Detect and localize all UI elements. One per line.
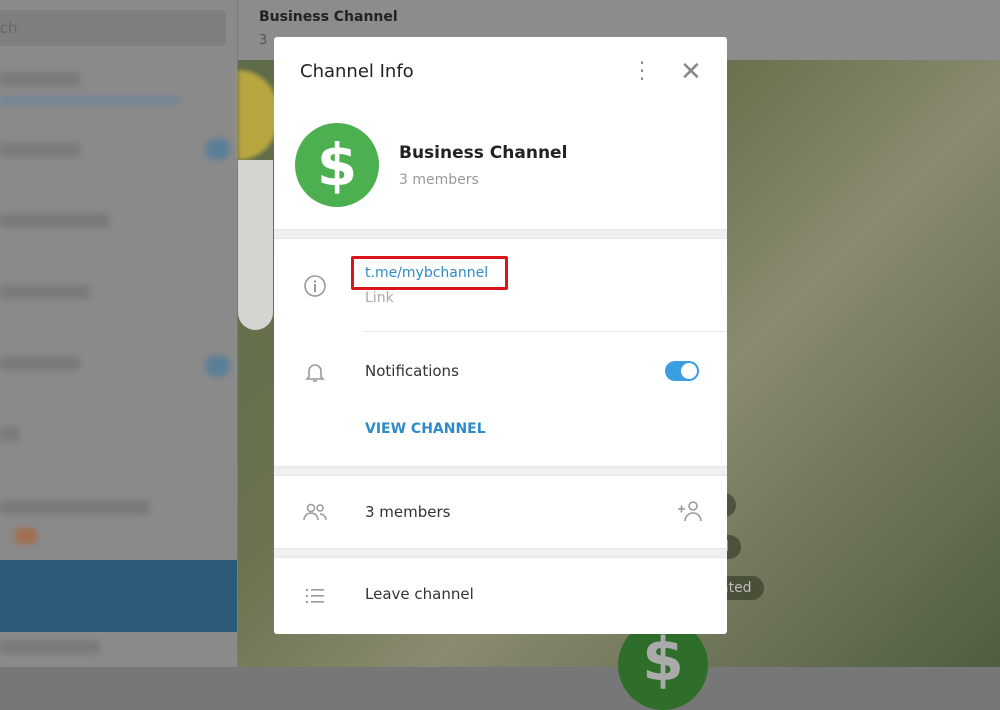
more-options-icon[interactable]: · · · [636,53,648,89]
section-divider [274,548,727,558]
dialog-title: Channel Info [300,61,414,82]
leave-channel-button[interactable]: Leave channel [365,585,474,603]
channel-member-count: 3 members [399,172,479,188]
channel-info-dialog: Channel Info · · · ✕ $ Business Channel 3 … [274,37,727,634]
notifications-toggle[interactable] [665,361,699,381]
info-icon [304,275,326,297]
chat-list-sidebar: ch [0,0,238,667]
flower-decoration [238,70,278,160]
list-icon [306,589,324,603]
link-label: Link [365,290,394,306]
notifications-label: Notifications [365,362,459,380]
section-divider [274,229,727,239]
bell-icon [305,364,325,382]
channel-name: Business Channel [399,143,568,163]
add-member-icon[interactable] [676,499,704,525]
selected-chat-item[interactable] [0,560,237,632]
channel-avatar: $ [295,123,379,207]
chat-subtitle: 3 [259,33,268,48]
chat-title: Business Channel [259,9,398,25]
row-separator [363,331,727,332]
highlight-box [351,256,508,290]
members-icon [303,503,327,521]
petal-decoration [238,160,273,330]
members-row[interactable]: 3 members [365,503,451,521]
section-divider [274,466,727,476]
view-channel-button[interactable]: VIEW CHANNEL [365,421,486,437]
close-icon[interactable]: ✕ [680,57,702,87]
search-input[interactable] [0,10,226,46]
